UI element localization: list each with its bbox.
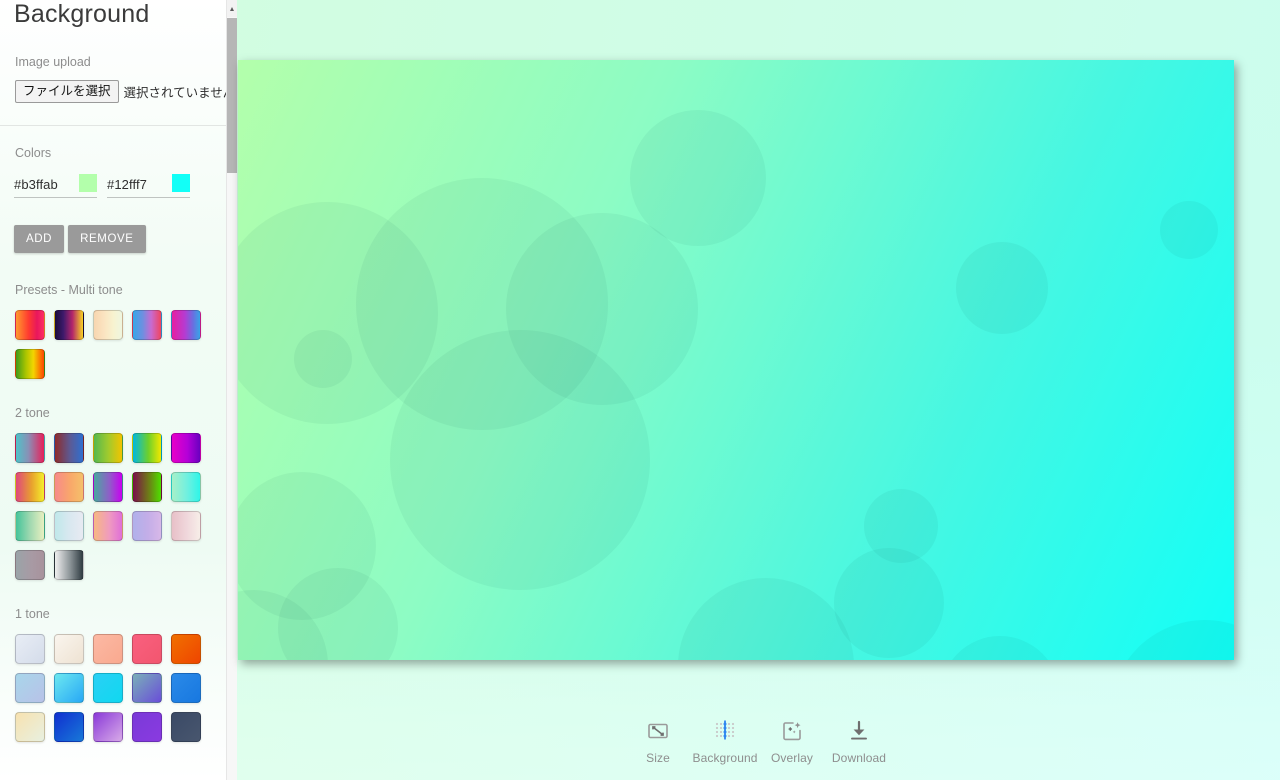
image-upload-label: Image upload — [15, 55, 91, 69]
color-hex-value[interactable]: #b3ffab — [14, 177, 58, 192]
color-stop[interactable]: #12fff7 — [107, 173, 190, 198]
preset-swatch[interactable] — [54, 549, 84, 580]
preset-swatch[interactable] — [132, 309, 162, 340]
resize-icon — [646, 718, 670, 744]
preset-swatch[interactable] — [15, 432, 45, 463]
preset-swatch[interactable] — [171, 633, 201, 664]
toolbar-item-overlay[interactable]: Overlay — [759, 718, 826, 765]
background-dots-icon — [712, 718, 738, 744]
bubble-shape — [956, 242, 1048, 334]
bottom-toolbar: Size Background Overlay Download — [237, 702, 1280, 780]
preview-stage — [237, 0, 1280, 780]
section-label-2-tone: 2 tone — [15, 405, 50, 420]
toolbar-label: Overlay — [770, 750, 814, 765]
background-settings-panel: Background Image upload ファイルを選択 選択されていませ… — [0, 0, 226, 780]
gradient-preview-canvas[interactable] — [238, 60, 1234, 660]
preset-swatch[interactable] — [54, 672, 84, 703]
preset-swatch[interactable] — [93, 471, 123, 502]
preset-swatch[interactable] — [93, 432, 123, 463]
panel-title: Background — [14, 0, 150, 28]
toolbar-item-background[interactable]: Background — [692, 718, 759, 765]
preset-swatch[interactable] — [54, 510, 84, 541]
preset-swatch[interactable] — [54, 471, 84, 502]
preset-swatch[interactable] — [54, 309, 84, 340]
preset-swatch[interactable] — [93, 633, 123, 664]
toolbar-item-size[interactable]: Size — [625, 718, 692, 765]
preset-swatch[interactable] — [93, 309, 123, 340]
bubble-shape — [630, 110, 766, 246]
preset-swatch[interactable] — [171, 471, 201, 502]
preset-swatch[interactable] — [171, 510, 201, 541]
bubble-shape — [1110, 620, 1234, 660]
colors-label: Colors — [15, 145, 52, 160]
bubble-shape — [678, 578, 854, 660]
toolbar-label: Size — [646, 750, 670, 765]
add-color-button[interactable]: ADD — [14, 224, 65, 253]
preset-swatch[interactable] — [54, 711, 84, 742]
bubble-shape — [1160, 201, 1218, 259]
preset-swatch[interactable] — [132, 471, 162, 502]
preset-swatch[interactable] — [171, 711, 201, 742]
preset-swatch[interactable] — [15, 672, 45, 703]
preset-swatch[interactable] — [15, 348, 45, 379]
preset-swatch[interactable] — [132, 711, 162, 742]
preset-grid-2-tone — [0, 420, 215, 580]
selected-file-name: 選択されていません — [123, 84, 226, 100]
color-hex-value[interactable]: #12fff7 — [107, 177, 147, 192]
preset-swatch[interactable] — [132, 432, 162, 463]
toolbar-item-download[interactable]: Download — [826, 718, 893, 765]
overlay-sparkle-icon — [780, 718, 804, 744]
bubble-shape — [390, 330, 650, 590]
toolbar-label: Download — [831, 750, 887, 765]
preset-swatch[interactable] — [15, 309, 45, 340]
color-stop[interactable]: #b3ffab — [14, 173, 97, 198]
section-label-1-tone: 1 tone — [15, 606, 50, 621]
preset-swatch[interactable] — [15, 510, 45, 541]
preset-swatch[interactable] — [15, 549, 45, 580]
section-label-multi-tone: Presets - Multi tone — [15, 282, 123, 297]
color-stop-list: #b3ffab #12fff7 — [0, 160, 226, 198]
choose-file-button[interactable]: ファイルを選択 — [15, 80, 119, 103]
preset-swatch[interactable] — [132, 633, 162, 664]
preview-canvas-wrapper[interactable] — [238, 60, 1234, 660]
preset-swatch[interactable] — [15, 711, 45, 742]
color-swatch-preview[interactable] — [172, 173, 190, 192]
preset-swatch[interactable] — [54, 432, 84, 463]
color-actions: ADD REMOVE — [0, 198, 226, 253]
color-swatch-preview[interactable] — [79, 173, 97, 192]
preset-swatch[interactable] — [54, 633, 84, 664]
remove-color-button[interactable]: REMOVE — [68, 224, 146, 253]
bubble-shape — [940, 636, 1060, 660]
preset-swatch[interactable] — [171, 672, 201, 703]
toolbar-label: Background — [692, 750, 758, 765]
download-icon — [847, 718, 871, 744]
bubble-shape — [294, 330, 352, 388]
preset-swatch[interactable] — [132, 672, 162, 703]
preset-swatch[interactable] — [93, 510, 123, 541]
preset-grid-1-tone — [0, 621, 215, 742]
preset-swatch[interactable] — [15, 633, 45, 664]
preset-swatch[interactable] — [93, 672, 123, 703]
preset-grid-multi-tone — [0, 297, 215, 379]
preset-swatch[interactable] — [171, 432, 201, 463]
preset-swatch[interactable] — [132, 510, 162, 541]
image-upload-input[interactable]: ファイルを選択 選択されていません — [0, 69, 226, 103]
preset-swatch[interactable] — [15, 471, 45, 502]
preset-swatch[interactable] — [93, 711, 123, 742]
preset-swatch[interactable] — [171, 309, 201, 340]
